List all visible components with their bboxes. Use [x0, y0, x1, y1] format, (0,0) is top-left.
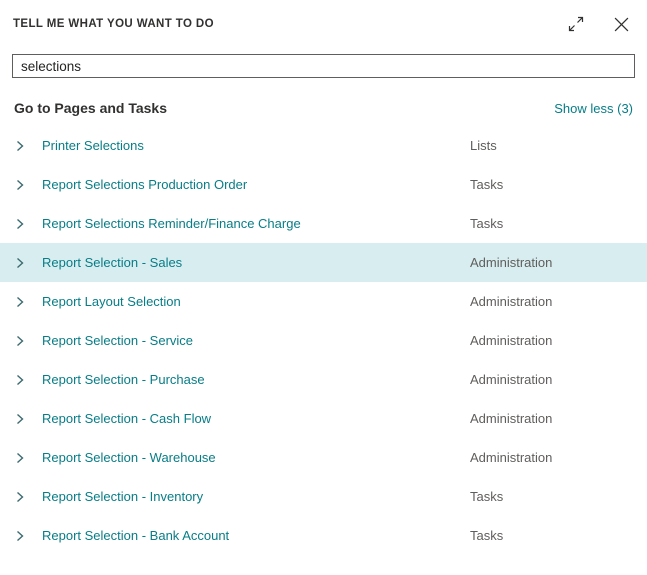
result-row[interactable]: Report Selection - Warehouse Administrat… [0, 438, 647, 477]
chevron-right-icon [14, 140, 26, 152]
result-row[interactable]: Report Layout Selection Administration [0, 282, 647, 321]
result-category: Administration [470, 255, 635, 270]
chevron-right-icon [14, 530, 26, 542]
result-category: Administration [470, 372, 635, 387]
result-row[interactable]: Report Selection - Cash Flow Administrat… [0, 399, 647, 438]
search-input[interactable] [12, 54, 635, 78]
chevron-right-icon [14, 296, 26, 308]
chevron-right-icon [14, 452, 26, 464]
header-icons [566, 14, 631, 34]
chevron-right-icon [14, 218, 26, 230]
result-category: Tasks [470, 216, 635, 231]
result-label: Report Selection - Sales [42, 255, 470, 270]
result-row[interactable]: Report Selection - Bank Account Tasks [0, 516, 647, 555]
dialog-title: TELL ME WHAT YOU WANT TO DO [13, 18, 214, 30]
result-category: Tasks [470, 528, 635, 543]
result-row[interactable]: Report Selections Production Order Tasks [0, 165, 647, 204]
result-category: Tasks [470, 489, 635, 504]
result-row[interactable]: Printer Selections Lists [0, 126, 647, 165]
result-label: Report Selection - Bank Account [42, 528, 470, 543]
show-less-link[interactable]: Show less (3) [554, 101, 633, 116]
result-row[interactable]: Report Selection - Sales Administration [0, 243, 647, 282]
result-row[interactable]: Report Selection - Service Administratio… [0, 321, 647, 360]
result-category: Administration [470, 450, 635, 465]
results-list: Printer Selections Lists Report Selectio… [0, 126, 647, 555]
chevron-right-icon [14, 257, 26, 269]
result-row[interactable]: Report Selection - Inventory Tasks [0, 477, 647, 516]
result-label: Report Selection - Inventory [42, 489, 470, 504]
result-label: Report Selections Reminder/Finance Charg… [42, 216, 470, 231]
chevron-right-icon [14, 491, 26, 503]
chevron-right-icon [14, 413, 26, 425]
result-category: Lists [470, 138, 635, 153]
result-label: Report Selections Production Order [42, 177, 470, 192]
section-title: Go to Pages and Tasks [14, 100, 167, 116]
section-row: Go to Pages and Tasks Show less (3) [0, 78, 647, 126]
result-row[interactable]: Report Selection - Purchase Administrati… [0, 360, 647, 399]
result-category: Tasks [470, 177, 635, 192]
chevron-right-icon [14, 335, 26, 347]
result-label: Report Selection - Warehouse [42, 450, 470, 465]
search-row [0, 34, 647, 78]
result-category: Administration [470, 294, 635, 309]
result-row[interactable]: Report Selections Reminder/Finance Charg… [0, 204, 647, 243]
tell-me-dialog: TELL ME WHAT YOU WANT TO DO Go to Pages … [0, 0, 647, 575]
chevron-right-icon [14, 179, 26, 191]
result-category: Administration [470, 411, 635, 426]
result-label: Report Selection - Purchase [42, 372, 470, 387]
chevron-right-icon [14, 374, 26, 386]
result-label: Report Selection - Cash Flow [42, 411, 470, 426]
result-label: Report Layout Selection [42, 294, 470, 309]
result-label: Printer Selections [42, 138, 470, 153]
result-label: Report Selection - Service [42, 333, 470, 348]
result-category: Administration [470, 333, 635, 348]
expand-icon[interactable] [566, 14, 586, 34]
close-icon[interactable] [612, 15, 631, 34]
dialog-header: TELL ME WHAT YOU WANT TO DO [0, 0, 647, 34]
